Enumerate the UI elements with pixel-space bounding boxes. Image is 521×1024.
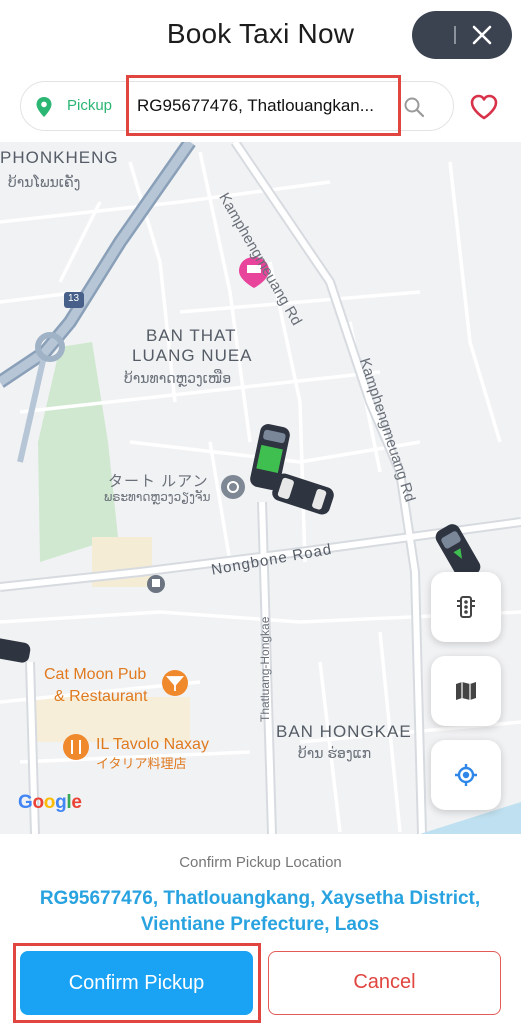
area-label: LUANG NUEA — [132, 346, 253, 365]
confirm-caption: Confirm Pickup Location — [179, 854, 342, 871]
cancel-button[interactable]: Cancel — [268, 951, 501, 1015]
my-location-icon — [455, 764, 477, 786]
my-location-button[interactable] — [431, 740, 501, 810]
poi-label: タート ルアン — [108, 473, 209, 490]
area-label: PHONKHENG — [0, 148, 119, 167]
map-layers-icon — [456, 682, 476, 700]
poi-label: イタリア料理店 — [96, 756, 187, 771]
confirm-address: RG95677476, Thatlouangkang, Xaysetha Dis… — [10, 886, 510, 938]
close-icon — [472, 25, 492, 45]
traffic-button[interactable] — [431, 572, 501, 642]
heart-icon[interactable] — [470, 94, 498, 120]
poi-label: Cat Moon Pub — [44, 666, 147, 683]
location-pin-icon — [36, 97, 52, 117]
poi-label-local: ພຣະທາດຫຼວງວຽງຈັນ — [104, 490, 211, 504]
road-label: Thatluang-Hongkae — [258, 616, 272, 722]
temple-marker — [221, 475, 245, 499]
poi-label: IL Tavolo Naxay — [96, 736, 209, 753]
close-divider — [454, 26, 456, 44]
address-highlight-box — [126, 75, 401, 136]
area-label: BAN THAT — [146, 326, 237, 345]
route-number-label: 13 — [68, 293, 80, 304]
park-area — [38, 342, 118, 562]
traffic-icon — [457, 596, 475, 618]
taxi-car — [0, 637, 31, 663]
pickup-label: Pickup — [67, 97, 113, 114]
map-view[interactable]: PHONKHENG ບ້ານໂພນເຄັງ BAN THAT LUANG NUE… — [0, 142, 521, 834]
close-button[interactable] — [412, 11, 512, 59]
confirm-address-line: Vientiane Prefecture, Laos — [140, 914, 380, 935]
search-icon[interactable] — [403, 96, 425, 118]
confirm-highlight-box — [13, 943, 261, 1023]
restaurant-marker — [63, 734, 89, 760]
confirm-address-line: RG95677476, Thatlouangkang, Xaysetha Dis… — [39, 888, 481, 909]
area-label-local: ບ້ານ ຮ່ອງແກ — [298, 745, 372, 761]
area-label: BAN HONGKAE — [276, 722, 412, 741]
area-label-local: ບ້ານໂພນເຄັງ — [8, 174, 81, 190]
confirm-panel: Confirm Pickup Location RG95677476, That… — [0, 834, 521, 1024]
google-attribution: Google — [18, 792, 82, 813]
map-layers-button[interactable] — [431, 656, 501, 726]
poi-label: & Restaurant — [54, 688, 148, 705]
area-label-local: ບ້ານທາດຫຼວງເໜືອ — [124, 370, 232, 386]
header-bar: Book Taxi Now — [0, 0, 521, 70]
